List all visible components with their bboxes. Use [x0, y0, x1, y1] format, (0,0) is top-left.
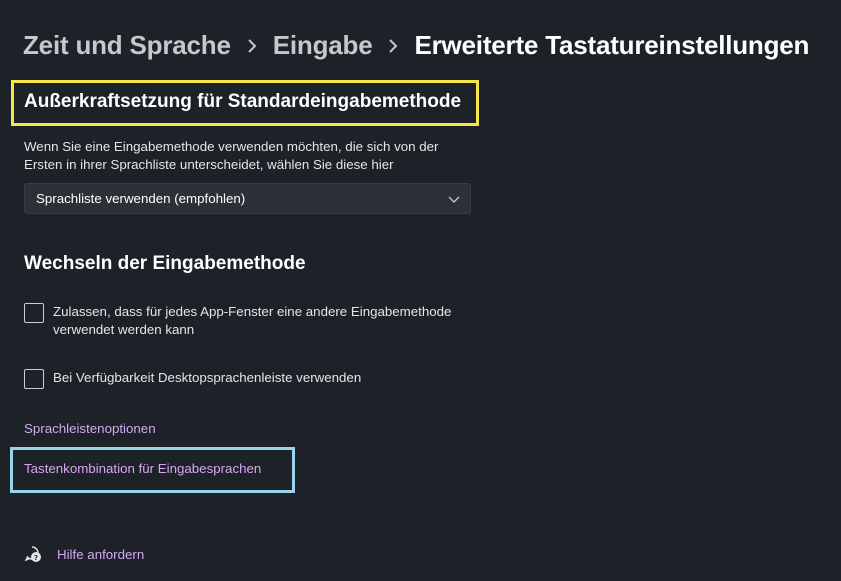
- page-title: Erweiterte Tastatureinstellungen: [414, 30, 810, 60]
- desktop-language-bar-label: Bei Verfügbarkeit Desktopsprachenleiste …: [53, 370, 362, 385]
- chevron-right-icon: [388, 38, 398, 53]
- settings-page: Zeit und Sprache Eingabe Erweiterte Tast…: [0, 0, 841, 581]
- input-hotkeys-link[interactable]: Tastenkombination für Eingabesprachen: [24, 461, 261, 476]
- get-help-label: Hilfe anfordern: [57, 546, 145, 562]
- desktop-language-bar-checkbox-row[interactable]: Bei Verfügbarkeit Desktopsprachenleiste …: [24, 369, 473, 389]
- switch-heading: Wechseln der Eingabemethode: [24, 253, 306, 274]
- desktop-language-bar-checkbox[interactable]: [24, 369, 44, 389]
- chevron-right-icon: [247, 38, 257, 53]
- breadcrumb-time-language[interactable]: Zeit und Sprache: [23, 30, 231, 61]
- chevron-down-icon: [448, 196, 460, 203]
- svg-text:?: ?: [34, 554, 38, 562]
- language-bar-options-link[interactable]: Sprachleistenoptionen: [24, 421, 156, 436]
- get-help-link[interactable]: ? Hilfe anfordern: [24, 545, 144, 563]
- override-heading: Außerkraftsetzung für Standardeingabemet…: [24, 91, 462, 112]
- breadcrumb: Zeit und Sprache Eingabe Erweiterte Tast…: [23, 30, 809, 61]
- help-chat-icon: ?: [24, 546, 41, 562]
- override-description: Wenn Sie eine Eingabemethode verwenden m…: [24, 139, 439, 172]
- per-app-input-checkbox-row[interactable]: Zulassen, dass für jedes App-Fenster ein…: [24, 303, 473, 339]
- dropdown-value: Sprachliste verwenden (empfohlen): [36, 191, 246, 206]
- input-method-dropdown[interactable]: Sprachliste verwenden (empfohlen): [24, 183, 471, 214]
- per-app-input-label: Zulassen, dass für jedes App-Fenster ein…: [53, 304, 452, 337]
- per-app-input-checkbox[interactable]: [24, 303, 44, 323]
- breadcrumb-input[interactable]: Eingabe: [273, 30, 373, 61]
